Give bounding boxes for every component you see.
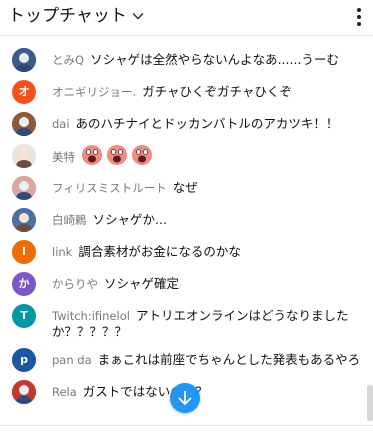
message-content: とみQ ソシャゲは全然やらないんよなあ......うーむ — [52, 48, 363, 68]
chat-message[interactable]: dai あのハチナイとドッカンバトルのアカツキ！！ — [0, 108, 373, 140]
author-name[interactable]: 美特 — [52, 150, 75, 164]
message-text: まぁこれは前座でちゃんとした発表もあるやろ — [97, 352, 361, 367]
message-content: 美特 — [52, 144, 363, 166]
avatar[interactable]: か — [12, 272, 36, 296]
author-name[interactable]: link — [52, 245, 72, 259]
message-text: ソシャゲ確定 — [104, 276, 180, 291]
author-name[interactable]: Rela — [52, 385, 77, 399]
screaming-face-emoji — [132, 145, 152, 165]
chat-message[interactable]: とみQ ソシャゲは全然やらないんよなあ......うーむ — [0, 44, 373, 76]
chat-message[interactable]: フィリスミストルート なぜ — [0, 172, 373, 204]
live-chat-panel: トップチャット とみQ ソシャゲは全然やらないんよなあ......うーむオ オニギリ… — [0, 0, 373, 445]
avatar[interactable] — [12, 380, 36, 404]
author-name[interactable]: とみQ — [52, 53, 84, 67]
author-name[interactable]: 白崎鶫 — [52, 213, 87, 227]
avatar-letter: オ — [18, 85, 30, 98]
avatar[interactable] — [12, 112, 36, 136]
chat-message[interactable]: オ オニギリジョー. ガチャひくぞガチャひくぞ — [0, 76, 373, 108]
message-text: 調合素材がお金になるのかな — [78, 244, 241, 259]
screaming-face-emoji — [107, 145, 127, 165]
avatar-letter: T — [20, 309, 28, 322]
message-content: dai あのハチナイとドッカンバトルのアカツキ！！ — [52, 112, 363, 132]
avatar[interactable]: オ — [12, 80, 36, 104]
author-name[interactable]: dai — [52, 117, 70, 131]
author-name[interactable]: オニギリジョー. — [52, 85, 136, 99]
message-text: ガチャひくぞガチャひくぞ — [142, 84, 292, 99]
author-name[interactable]: pan da — [52, 353, 92, 367]
arrow-down-icon — [178, 391, 192, 406]
avatar[interactable] — [12, 176, 36, 200]
avatar-letter: l — [22, 245, 26, 258]
message-content: からりや ソシャゲ確定 — [52, 272, 363, 292]
chevron-down-icon — [132, 12, 144, 20]
avatar[interactable]: p — [12, 348, 36, 372]
author-name[interactable]: からりや — [52, 277, 98, 291]
chat-message[interactable]: p pan da まぁこれは前座でちゃんとした発表もあるやろ — [0, 344, 373, 376]
chat-header: トップチャット — [0, 0, 373, 36]
message-text: ソシャゲか... — [92, 212, 167, 227]
chat-mode-dropdown[interactable]: トップチャット — [8, 4, 146, 28]
chat-message-list: とみQ ソシャゲは全然やらないんよなあ......うーむオ オニギリジョー. ガチャひ… — [0, 44, 373, 408]
message-content: フィリスミストルート なぜ — [52, 176, 363, 196]
avatar-letter: か — [18, 277, 30, 290]
message-text: なぜ — [172, 180, 198, 195]
avatar[interactable] — [12, 208, 36, 232]
avatar-letter: p — [20, 353, 28, 366]
chat-message[interactable]: か からりや ソシャゲ確定 — [0, 268, 373, 300]
chat-message[interactable]: 美特 — [0, 140, 373, 172]
scrollbar-thumb[interactable] — [367, 385, 373, 421]
message-content: Twitch:ifinelol アトリエオンラインはどうなりましたか？？？？？ — [52, 304, 363, 340]
avatar[interactable]: T — [12, 304, 36, 328]
message-content: Rela ガストではないのか？ — [52, 380, 363, 400]
screaming-face-emoji — [82, 145, 102, 165]
message-text: あのハチナイとドッカンバトルのアカツキ！！ — [75, 116, 339, 131]
chat-message[interactable]: 白崎鶫 ソシャゲか... — [0, 204, 373, 236]
author-name[interactable]: フィリスミストルート — [52, 181, 167, 195]
more-vert-icon[interactable] — [353, 6, 365, 28]
chat-message[interactable]: l link 調合素材がお金になるのかな — [0, 236, 373, 268]
scroll-to-bottom-button[interactable] — [170, 383, 200, 413]
message-content: pan da まぁこれは前座でちゃんとした発表もあるやろ — [52, 348, 363, 368]
author-name[interactable]: Twitch:ifinelol — [52, 309, 130, 323]
emoji-row — [81, 144, 153, 166]
avatar[interactable] — [12, 144, 36, 168]
avatar[interactable] — [12, 48, 36, 72]
chat-input-area — [0, 425, 373, 445]
chat-mode-title: トップチャット — [8, 6, 127, 26]
chat-message[interactable]: T Twitch:ifinelol アトリエオンラインはどうなりましたか？？？？？ — [0, 300, 373, 344]
message-text: ソシャゲは全然やらないんよなあ......うーむ — [90, 52, 339, 67]
avatar[interactable]: l — [12, 240, 36, 264]
message-content: オニギリジョー. ガチャひくぞガチャひくぞ — [52, 80, 363, 100]
message-content: 白崎鶫 ソシャゲか... — [52, 208, 363, 228]
message-content: link 調合素材がお金になるのかな — [52, 240, 363, 260]
